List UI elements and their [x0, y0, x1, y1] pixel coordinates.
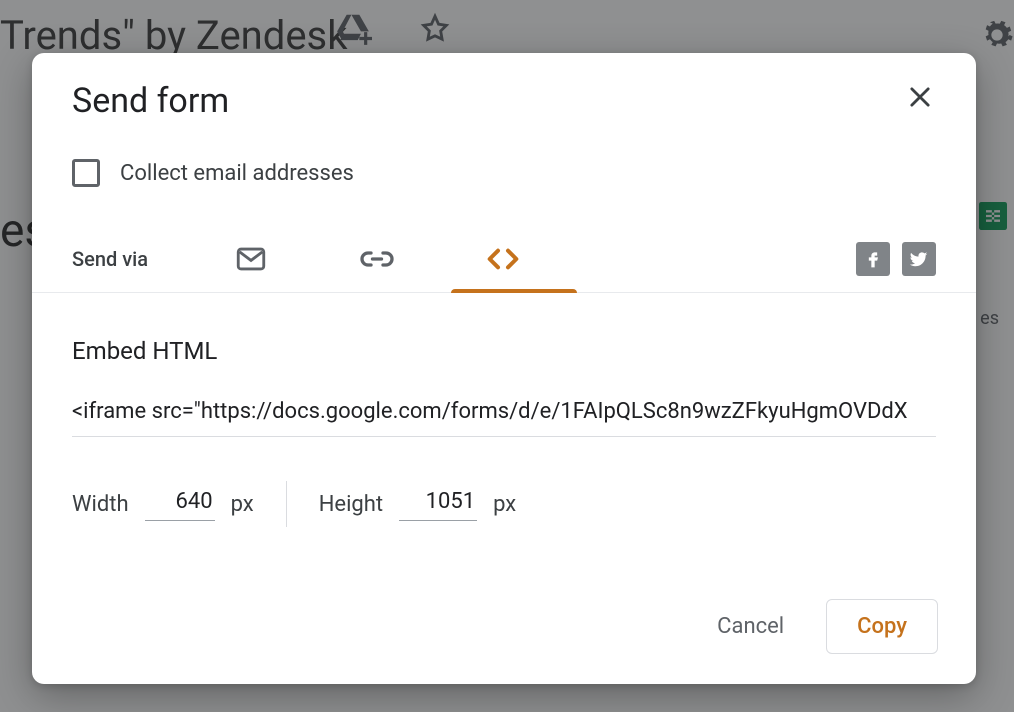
send-form-dialog: Send form Collect email addresses Send v… — [32, 53, 976, 684]
embed-icon — [483, 239, 523, 279]
dimensions-row: Width px Height px — [72, 481, 936, 527]
dialog-header: Send form — [32, 53, 976, 121]
collect-email-label: Collect email addresses — [120, 161, 354, 186]
height-label: Height — [319, 492, 383, 517]
dialog-title: Send form — [72, 81, 229, 121]
collect-email-checkbox[interactable] — [72, 159, 100, 187]
send-via-email-tab[interactable] — [188, 225, 314, 293]
embed-section-title: Embed HTML — [72, 337, 936, 365]
share-twitter-button[interactable] — [902, 242, 936, 276]
width-input[interactable] — [145, 487, 215, 521]
twitter-icon — [909, 249, 929, 269]
collect-email-row: Collect email addresses — [32, 121, 976, 187]
send-via-link-tab[interactable] — [314, 225, 440, 293]
send-via-embed-tab[interactable] — [440, 225, 566, 293]
send-via-row: Send via — [32, 225, 976, 293]
embed-html-field[interactable] — [72, 395, 936, 437]
email-icon — [234, 242, 268, 276]
link-icon — [359, 241, 395, 277]
close-icon — [906, 83, 934, 111]
height-input[interactable] — [399, 487, 477, 521]
dialog-actions: Cancel Copy — [699, 599, 938, 654]
width-label: Width — [72, 492, 129, 517]
close-button[interactable] — [904, 81, 936, 113]
share-facebook-button[interactable] — [856, 242, 890, 276]
facebook-icon — [863, 249, 883, 269]
width-unit: px — [231, 492, 254, 517]
active-tab-underline — [451, 289, 577, 293]
height-unit: px — [493, 492, 516, 517]
dimension-divider — [286, 481, 287, 527]
send-via-label: Send via — [72, 247, 148, 271]
copy-button[interactable]: Copy — [826, 599, 938, 654]
cancel-button[interactable]: Cancel — [699, 602, 802, 651]
